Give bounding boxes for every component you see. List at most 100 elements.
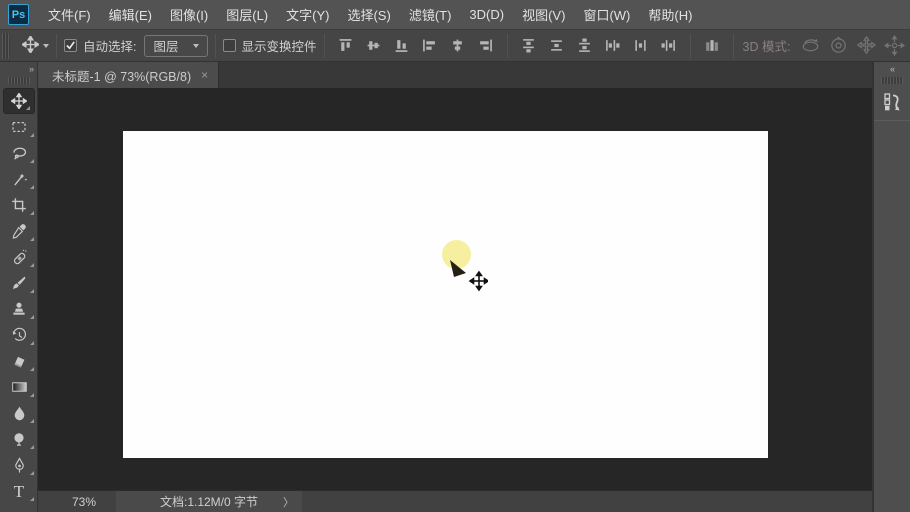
- menu-file[interactable]: 文件(F): [39, 0, 100, 29]
- document-tab[interactable]: 未标题-1 @ 73%(RGB/8) ×: [38, 62, 220, 88]
- distribute-right-edges-icon[interactable]: [657, 34, 681, 58]
- tool-flyout-indicator: [25, 106, 30, 110]
- tool-move[interactable]: [2, 88, 35, 114]
- tool-pen[interactable]: [0, 452, 38, 478]
- separator: [323, 33, 325, 58]
- distribute-vertical-centers-icon[interactable]: [545, 34, 569, 58]
- active-tool-preset[interactable]: [20, 34, 49, 56]
- tool-spot-healing-brush[interactable]: [0, 244, 38, 270]
- document-tab-title: 未标题-1 @ 73%(RGB/8): [52, 69, 192, 84]
- tool-type[interactable]: T: [0, 478, 38, 504]
- cursor-move-cross-icon: [468, 270, 490, 292]
- 3d-roll-icon: [826, 34, 850, 58]
- tool-eyedropper[interactable]: [0, 218, 38, 244]
- panel-grip[interactable]: [7, 77, 30, 84]
- tool-dodge[interactable]: [0, 426, 38, 452]
- tool-flyout-indicator: [30, 341, 34, 345]
- check-icon: [66, 41, 75, 50]
- status-bar: 73% 文档:1.12M/0 字节 〉: [38, 490, 872, 512]
- show-transform-checkbox[interactable]: [222, 39, 236, 52]
- options-bar-grip[interactable]: [2, 32, 10, 59]
- tool-crop[interactable]: [0, 192, 38, 218]
- separator: [214, 33, 216, 58]
- menu-filter[interactable]: 滤镜(T): [400, 0, 461, 29]
- collapse-panel-icon: «: [889, 63, 895, 74]
- align-top-edges-icon[interactable]: [334, 34, 358, 58]
- distribute-top-edges-icon[interactable]: [517, 34, 541, 58]
- history-panel-icon: [884, 93, 900, 111]
- divider: [874, 120, 910, 121]
- auto-align-layers-icon[interactable]: [700, 34, 724, 58]
- align-left-edges-icon[interactable]: [418, 34, 442, 58]
- tool-flyout-indicator: [30, 185, 34, 189]
- canvas-pasteboard[interactable]: [38, 88, 872, 490]
- close-icon[interactable]: ×: [201, 68, 208, 82]
- menu-select[interactable]: 选择(S): [338, 0, 399, 29]
- move-tool-cursor: [448, 260, 490, 299]
- distribute-horizontal-centers-icon[interactable]: [629, 34, 653, 58]
- align-bottom-edges-icon[interactable]: [390, 34, 414, 58]
- auto-select-checkbox[interactable]: [64, 39, 77, 52]
- menu-3d[interactable]: 3D(D): [460, 0, 513, 29]
- separator: [56, 33, 57, 58]
- tool-flyout-indicator: [30, 289, 34, 293]
- panel-dock-header[interactable]: «: [874, 62, 910, 75]
- tool-eraser[interactable]: [0, 348, 38, 374]
- tool-gradient[interactable]: [0, 374, 38, 400]
- tool-flyout-indicator: [30, 211, 34, 215]
- distribute-bottom-edges-icon[interactable]: [573, 34, 597, 58]
- align-right-edges-icon[interactable]: [474, 34, 498, 58]
- photoshop-logo: Ps: [8, 4, 29, 25]
- document-tab-bar: 未标题-1 @ 73%(RGB/8) ×: [38, 62, 872, 88]
- menu-window[interactable]: 窗口(W): [574, 0, 639, 29]
- auto-select-label: 自动选择:: [83, 40, 137, 54]
- document-info[interactable]: 文档:1.12M/0 字节 〉: [116, 491, 302, 512]
- dropdown-value: 图层: [153, 40, 179, 54]
- auto-select-target-dropdown[interactable]: 图层: [144, 34, 208, 57]
- canvas-document[interactable]: [123, 131, 768, 458]
- tool-flyout-indicator: [30, 497, 34, 501]
- align-vertical-centers-icon[interactable]: [362, 34, 386, 58]
- tool-blur[interactable]: [0, 400, 38, 426]
- chevron-down-icon: [43, 43, 49, 48]
- tool-flyout-indicator: [30, 237, 34, 241]
- tool-flyout-indicator: [30, 419, 34, 423]
- align-horizontal-centers-icon[interactable]: [446, 34, 470, 58]
- distribute-left-edges-icon[interactable]: [601, 34, 625, 58]
- expand-panel-icon: »: [28, 63, 34, 74]
- menu-type[interactable]: 文字(Y): [277, 0, 338, 29]
- 3d-slide-icon: [882, 34, 906, 58]
- menu-help[interactable]: 帮助(H): [639, 0, 701, 29]
- tool-quick-selection[interactable]: [0, 166, 38, 192]
- tool-brush[interactable]: [0, 270, 38, 296]
- separator: [689, 33, 691, 58]
- tool-flyout-indicator: [30, 263, 34, 267]
- tools-panel-header[interactable]: »: [0, 62, 37, 75]
- chevron-down-icon: [192, 43, 199, 48]
- menu-image[interactable]: 图像(I): [161, 0, 217, 29]
- menu-layer[interactable]: 图层(L): [217, 0, 277, 29]
- panel-grip[interactable]: [881, 77, 903, 84]
- history-panel-button[interactable]: [877, 88, 907, 116]
- menu-edit[interactable]: 编辑(E): [100, 0, 161, 29]
- document-info-text: 文档:1.12M/0 字节: [159, 495, 259, 509]
- chevron-right-icon[interactable]: 〉: [283, 494, 294, 510]
- tool-flyout-indicator: [30, 133, 34, 137]
- zoom-level-field[interactable]: 73%: [72, 495, 116, 509]
- tool-rectangular-marquee[interactable]: [0, 114, 38, 140]
- tool-clone-stamp[interactable]: [0, 296, 38, 322]
- tool-flyout-indicator: [30, 445, 34, 449]
- tool-lasso[interactable]: [0, 140, 38, 166]
- tools-panel: » T: [0, 62, 38, 512]
- tool-options-bar: 自动选择: 图层 显示变换控件 3D 模式:: [0, 30, 910, 62]
- document-window: 未标题-1 @ 73%(RGB/8) × 73% 文档:1.12M/0 字节 〉: [38, 62, 872, 512]
- separator: [506, 33, 508, 58]
- show-transform-label: 显示变换控件: [241, 40, 317, 54]
- 3d-rotate-icon: [798, 34, 822, 58]
- 3d-pan-icon: [854, 34, 878, 58]
- tool-history-brush[interactable]: [0, 322, 38, 348]
- move-icon: [20, 34, 41, 56]
- tool-flyout-indicator: [30, 315, 34, 319]
- menu-view[interactable]: 视图(V): [513, 0, 574, 29]
- tool-flyout-indicator: [30, 471, 34, 475]
